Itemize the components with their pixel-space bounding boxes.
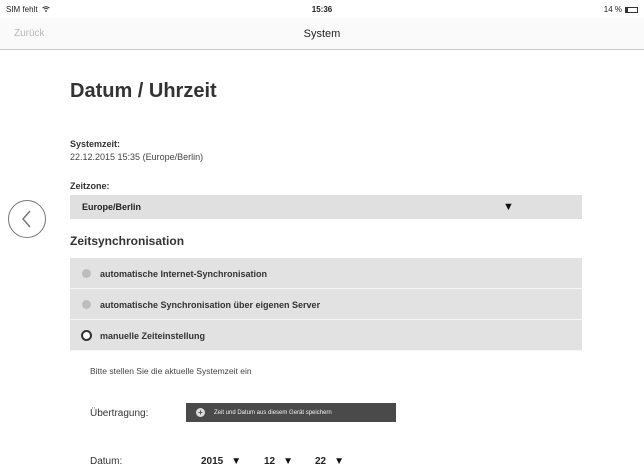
radio-icon: [82, 269, 91, 278]
sync-option-own-server[interactable]: automatische Synchronisation über eigene…: [70, 289, 582, 320]
dropdown-arrow-icon: ▼: [334, 456, 345, 467]
sync-option-manual[interactable]: manuelle Zeiteinstellung: [70, 320, 582, 351]
navigation-bar: Zurück System: [0, 18, 644, 50]
save-device-time-button[interactable]: + Zeit und Datum aus diesem Gerät speich…: [186, 403, 396, 422]
save-button-label: Zeit und Datum aus diesem Gerät speicher…: [214, 409, 332, 416]
day-select[interactable]: 22 ▼: [315, 456, 344, 467]
day-value: 22: [315, 456, 327, 467]
year-value: 2015: [201, 456, 224, 467]
dropdown-arrow-icon: ▼: [283, 456, 294, 467]
timezone-label: Zeitzone:: [70, 181, 110, 191]
battery-status: 14 %: [604, 5, 638, 14]
sync-option-label: automatische Internet-Synchronisation: [100, 269, 268, 279]
date-label: Datum:: [90, 456, 123, 467]
transfer-label: Übertragung:: [90, 408, 149, 419]
sync-option-internet[interactable]: automatische Internet-Synchronisation: [70, 258, 582, 289]
radio-icon: [82, 300, 91, 309]
radio-icon: [81, 330, 92, 341]
plus-circle-icon: +: [196, 408, 205, 417]
status-bar: SIM fehlt 15:36 14 %: [0, 0, 644, 18]
sync-options: automatische Internet-Synchronisation au…: [70, 258, 582, 351]
sync-option-label: manuelle Zeiteinstellung: [100, 331, 206, 341]
sync-section-title: Zeitsynchronisation: [70, 234, 185, 248]
year-select[interactable]: 2015 ▼: [201, 456, 241, 467]
back-circle-button[interactable]: [8, 200, 46, 238]
battery-percent: 14 %: [603, 5, 622, 14]
timezone-select[interactable]: Europe/Berlin ▼: [70, 195, 582, 219]
month-select[interactable]: 12 ▼: [264, 456, 293, 467]
timezone-value: Europe/Berlin: [82, 202, 142, 212]
dropdown-arrow-icon: ▼: [231, 456, 242, 467]
nav-title: System: [303, 28, 341, 40]
sync-option-label: automatische Synchronisation über eigene…: [100, 300, 321, 310]
system-time-label: Systemzeit:: [70, 139, 121, 149]
page-title: Datum / Uhrzeit: [70, 80, 217, 102]
back-chevron-icon: [22, 210, 31, 228]
manual-hint: Bitte stellen Sie die aktuelle Systemzei…: [90, 366, 252, 376]
clock: 15:36: [311, 5, 333, 14]
system-time-value: 22.12.2015 15:35 (Europe/Berlin): [70, 152, 204, 162]
battery-icon: [625, 6, 638, 13]
month-value: 12: [264, 456, 276, 467]
dropdown-arrow-icon: ▼: [503, 201, 514, 213]
